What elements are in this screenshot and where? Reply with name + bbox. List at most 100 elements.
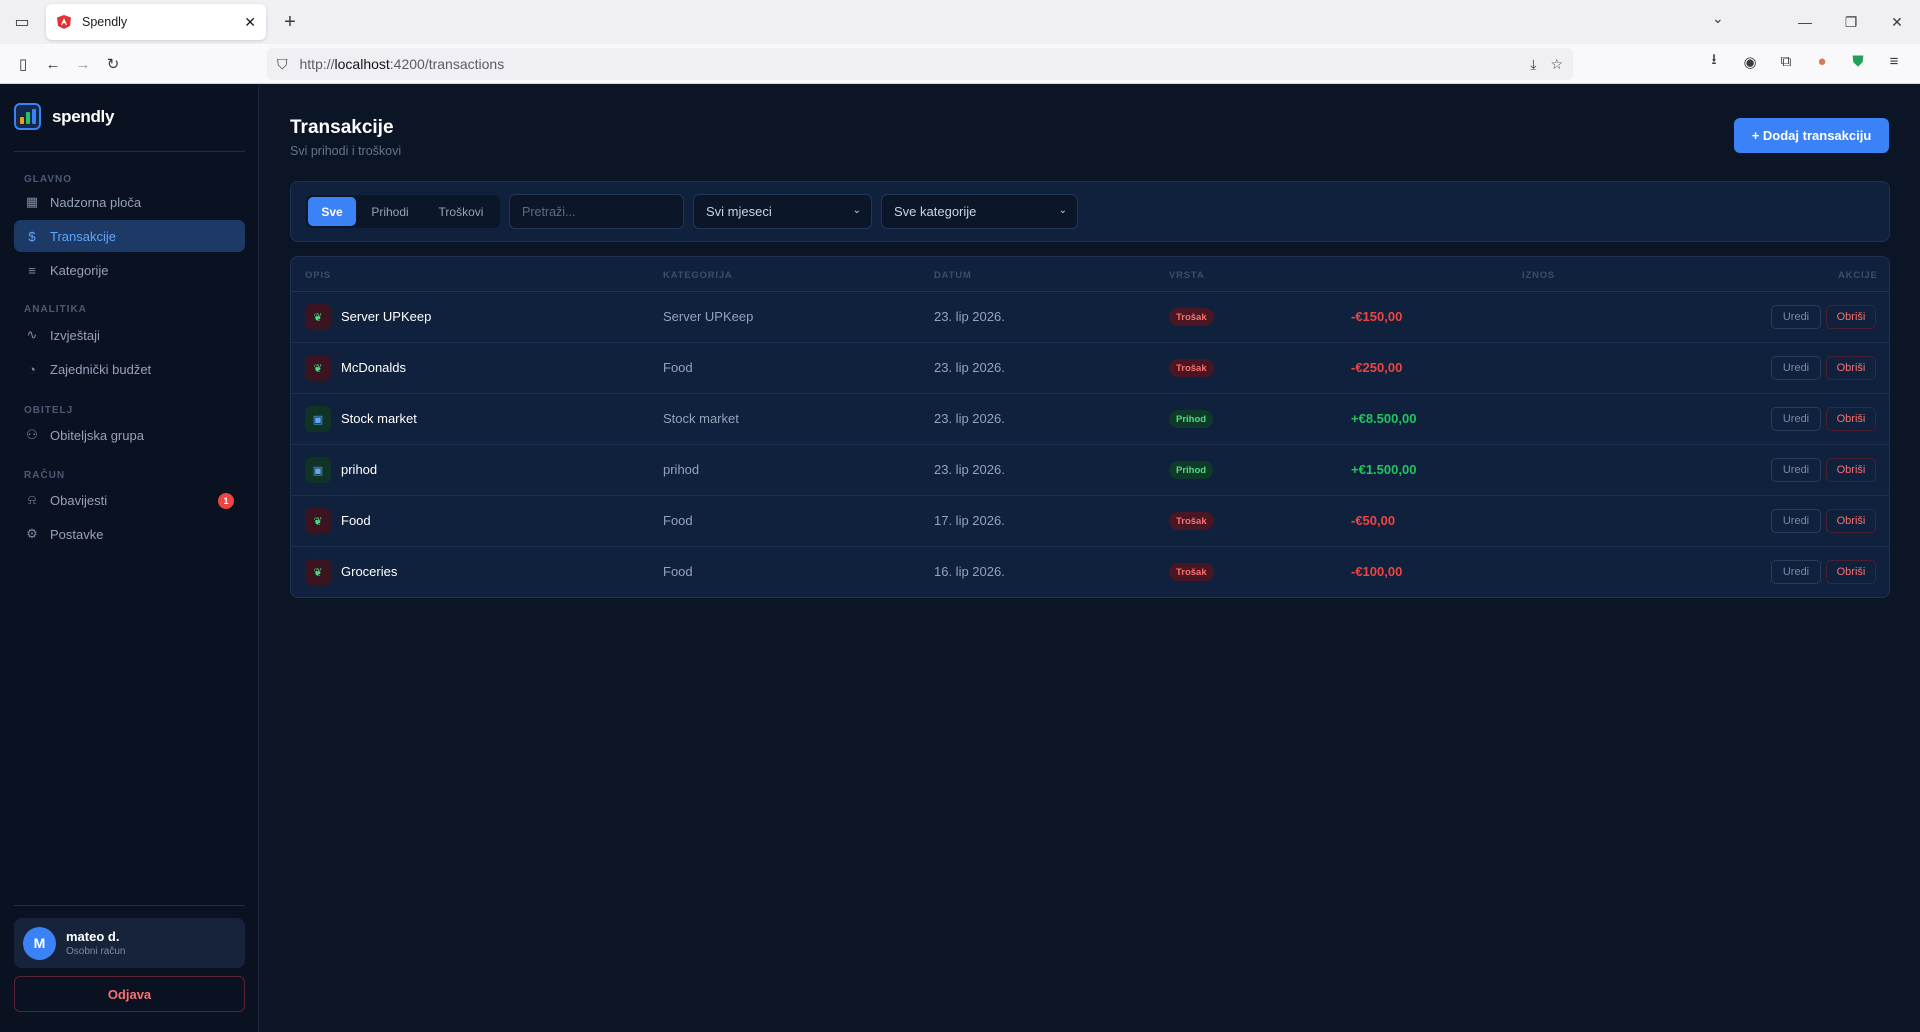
section-label-account: RAČUN — [24, 470, 66, 481]
sidebar-item-label: Obavijesti — [50, 492, 108, 508]
list-tabs-icon[interactable]: ⌄ — [1712, 10, 1724, 27]
save-page-icon[interactable]: ⤓ — [1530, 56, 1536, 73]
row-amount: -€250,00 — [1351, 360, 1403, 375]
type-badge: Trošak — [1169, 359, 1214, 377]
tab-title: Spendly — [82, 15, 128, 29]
tab-expenses[interactable]: Troškovi — [424, 197, 498, 226]
package-icon: ▣ — [305, 457, 331, 483]
sidebar-item-label: Nadzorna ploča — [50, 194, 142, 210]
sidebar: spendly GLAVNO ▦ Nadzorna ploča $ Transa… — [0, 85, 259, 1032]
dollar-icon: $ — [28, 228, 36, 244]
edit-button[interactable]: Uredi — [1771, 356, 1821, 380]
user-card[interactable]: M mateo d. Osobni račun — [14, 918, 245, 968]
table-row: ❦ Food Food 17. lip 2026. Trošak -€50,00 Uredi… — [291, 496, 1889, 547]
shield-extension-icon[interactable]: ⛊ — [1840, 53, 1876, 70]
header-type: VRSTA — [1169, 270, 1205, 281]
sidebar-item-label: Transakcije — [50, 228, 116, 244]
close-tab-icon[interactable]: ✕ — [244, 14, 256, 31]
chevron-down-icon: ⌄ — [1058, 205, 1067, 216]
type-filter-tabs: Sve Prihodi Troškovi — [306, 195, 500, 228]
gear-icon: ⚙ — [26, 526, 38, 541]
sidebar-item-categories[interactable]: ≡ Kategorije — [14, 254, 245, 286]
delete-button[interactable]: Obriši — [1826, 356, 1876, 380]
section-label-family: OBITELJ — [24, 405, 74, 416]
sidebar-toggle-icon[interactable]: ▯ — [8, 49, 38, 79]
chevron-down-icon: ⌄ — [852, 205, 861, 216]
leaf-icon: ❦ — [305, 559, 331, 585]
users-icon: ⚇ — [26, 427, 38, 442]
url-text[interactable]: http://localhost:4200/transactions — [300, 56, 1517, 72]
forward-icon[interactable]: → — [68, 49, 98, 79]
account-icon[interactable]: ◉ — [1732, 53, 1768, 71]
downloads-icon[interactable]: ⭳ — [1696, 49, 1732, 74]
month-select[interactable]: Svi mjeseci ⌄ — [693, 194, 872, 229]
edit-button[interactable]: Uredi — [1771, 458, 1821, 482]
delete-button[interactable]: Obriši — [1826, 407, 1876, 431]
edit-button[interactable]: Uredi — [1771, 560, 1821, 584]
sidebar-item-reports[interactable]: ∿ Izvještaji — [14, 319, 245, 351]
edit-button[interactable]: Uredi — [1771, 407, 1821, 431]
minimize-icon[interactable]: — — [1782, 14, 1828, 30]
row-description: Stock market — [341, 411, 417, 426]
toolbar-right: ⭳ ◉ ⧉ ● ⛊ ≡ — [1696, 49, 1912, 74]
row-description: Server UPKeep — [341, 309, 432, 324]
transactions-table: OPIS KATEGORIJA DATUM VRSTA IZNOS AKCIJE… — [290, 256, 1890, 598]
type-badge: Prihod — [1169, 410, 1214, 428]
delete-button[interactable]: Obriši — [1826, 305, 1876, 329]
url-bar[interactable]: ⛉ http://localhost:4200/transactions ⤓ ☆ — [267, 48, 1573, 80]
header-category: KATEGORIJA — [663, 270, 733, 281]
table-row: ❦ Groceries Food 16. lip 2026. Trošak -€100,0… — [291, 547, 1889, 597]
notification-count-badge: 1 — [218, 493, 234, 509]
row-date: 17. lip 2026. — [934, 513, 1005, 528]
browser-tab-bar: ▭ Spendly ✕ + ⌄ — ❐ ✕ — [0, 0, 1920, 44]
sidebar-item-family-group[interactable]: ⚇ Obiteljska grupa — [14, 419, 245, 451]
back-icon[interactable]: ← — [38, 49, 68, 79]
sidebar-item-shared-budget[interactable]: ◔ Zajednički budžet — [14, 353, 245, 385]
browser-nav-bar: ▯ ← → ↻ ⛉ http://localhost:4200/transact… — [0, 44, 1920, 84]
search-input[interactable] — [509, 194, 684, 229]
browser-tab[interactable]: Spendly ✕ — [46, 4, 266, 40]
logout-button[interactable]: Odjava — [14, 976, 245, 1012]
category-select[interactable]: Sve kategorije ⌄ — [881, 194, 1078, 229]
page-title: Transakcije — [290, 117, 394, 138]
brand[interactable]: spendly — [14, 103, 114, 130]
section-label-main: GLAVNO — [24, 174, 73, 185]
site-info-icon[interactable]: ⛉ — [277, 56, 288, 73]
user-name: mateo d. — [66, 929, 120, 944]
edit-button[interactable]: Uredi — [1771, 305, 1821, 329]
package-icon: ▣ — [305, 406, 331, 432]
close-window-icon[interactable]: ✕ — [1874, 14, 1920, 31]
extensions-icon[interactable]: ⧉ — [1768, 53, 1804, 70]
add-transaction-button[interactable]: + Dodaj transakciju — [1734, 118, 1889, 153]
restore-icon[interactable]: ❐ — [1828, 14, 1874, 31]
delete-button[interactable]: Obriši — [1826, 509, 1876, 533]
sidebar-item-label: Obiteljska grupa — [50, 427, 144, 443]
extension-avatar-icon[interactable]: ● — [1804, 53, 1840, 70]
edit-button[interactable]: Uredi — [1771, 509, 1821, 533]
leaf-icon: ❦ — [305, 508, 331, 534]
sidebar-item-label: Izvještaji — [50, 327, 100, 343]
type-badge: Trošak — [1169, 563, 1214, 581]
leaf-icon: ❦ — [305, 304, 331, 330]
bell-icon: ⍾ — [27, 492, 37, 507]
sidebar-divider — [14, 905, 245, 906]
menu-icon[interactable]: ≡ — [1876, 53, 1912, 70]
reload-icon[interactable]: ↻ — [98, 49, 128, 79]
delete-button[interactable]: Obriši — [1826, 458, 1876, 482]
tab-all[interactable]: Sve — [308, 197, 356, 226]
tab-income[interactable]: Prihodi — [356, 197, 424, 226]
sidebar-item-notifications[interactable]: ⍾ Obavijesti 1 — [14, 484, 245, 516]
tab-overview-icon[interactable]: ▭ — [0, 0, 44, 44]
filter-bar: Sve Prihodi Troškovi Svi mjeseci ⌄ Sve k… — [290, 181, 1890, 242]
header-date: DATUM — [934, 270, 972, 281]
delete-button[interactable]: Obriši — [1826, 560, 1876, 584]
table-row: ❦ Server UPKeep Server UPKeep 23. lip 2026.… — [291, 292, 1889, 343]
bookmark-star-icon[interactable]: ☆ — [1550, 56, 1563, 73]
sidebar-item-settings[interactable]: ⚙ Postavke — [14, 518, 245, 550]
activity-icon: ∿ — [26, 327, 38, 342]
new-tab-icon[interactable]: + — [278, 10, 302, 34]
table-row: ▣ prihod prihod 23. lip 2026. Prihod +€1.500,… — [291, 445, 1889, 496]
sidebar-item-transactions[interactable]: $ Transakcije — [14, 220, 245, 252]
sidebar-item-dashboard[interactable]: ▦ Nadzorna ploča — [14, 186, 245, 218]
sidebar-item-label: Kategorije — [50, 262, 109, 278]
